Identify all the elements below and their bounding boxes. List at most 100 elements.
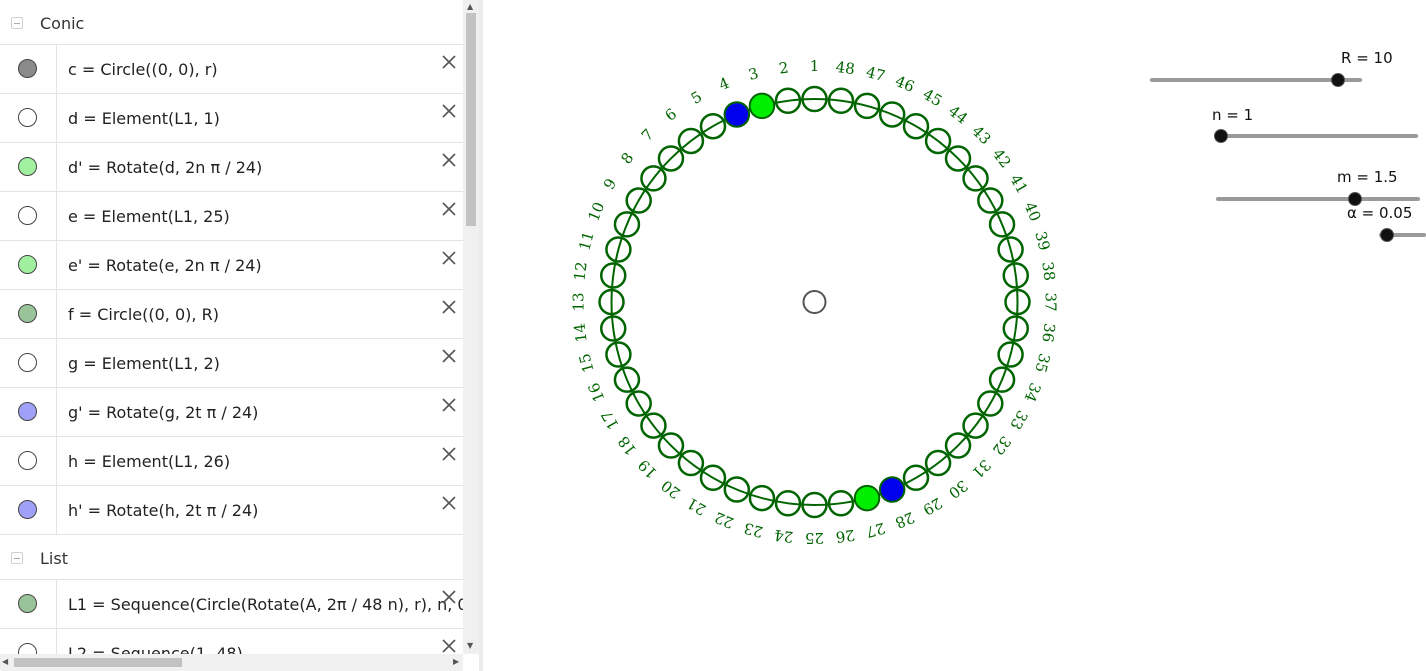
sequence-circle[interactable] [988,211,1016,238]
close-icon[interactable] [439,444,459,464]
algebra-row[interactable]: L1 = Sequence(Circle(Rotate(A, 2π / 48 n… [0,580,463,629]
sequence-circle[interactable] [640,412,667,439]
visibility-toggle[interactable] [18,157,37,176]
sequence-circle[interactable] [613,366,641,393]
sequence-circle[interactable] [699,112,727,140]
algebra-definition[interactable]: h = Element(L1, 26) [68,452,463,471]
algebra-row[interactable]: h' = Rotate(h, 2t π / 24) [0,486,463,535]
sequence-circle[interactable] [827,87,855,114]
close-icon[interactable] [439,101,459,121]
sequence-circle[interactable] [625,390,652,417]
algebra-row[interactable]: g' = Rotate(g, 2t π / 24) [0,388,463,437]
horizontal-scroll-thumb[interactable] [14,658,182,667]
close-icon[interactable] [439,52,459,72]
rotated-circle-g-prime[interactable] [724,101,750,128]
algebra-row[interactable]: d = Element(L1, 1) [0,94,463,143]
sequence-circle[interactable] [699,464,727,492]
visibility-toggle[interactable] [18,594,37,613]
sequence-circle[interactable] [853,92,881,120]
sequence-circle[interactable] [977,187,1004,214]
sequence-circle[interactable] [827,490,855,517]
algebra-definition[interactable]: e = Element(L1, 25) [68,207,463,226]
sequence-circle[interactable] [774,490,802,517]
sequence-circle[interactable] [924,127,952,155]
collapse-icon[interactable] [11,17,23,29]
sequence-circle[interactable] [997,236,1024,263]
sequence-circle[interactable] [1004,288,1031,316]
visibility-toggle[interactable] [18,206,37,225]
algebra-definition[interactable]: f = Circle((0, 0), R) [68,305,463,324]
sequence-circle[interactable] [977,390,1004,417]
sequence-circle[interactable] [723,476,751,503]
close-icon[interactable] [439,587,459,607]
slider-track[interactable] [1215,134,1418,138]
sequence-circle[interactable] [878,476,906,503]
collapse-icon[interactable] [11,552,23,564]
outer-circle-f[interactable] [610,98,1019,506]
visibility-toggle[interactable] [18,304,37,323]
close-icon[interactable] [439,248,459,268]
scroll-up-arrow-icon[interactable]: ▲ [467,2,473,11]
sequence-circle[interactable] [1002,262,1030,289]
slider-knob[interactable] [1214,129,1228,143]
close-icon[interactable] [439,199,459,219]
sequence-circle[interactable] [677,127,705,155]
algebra-definition[interactable]: g = Element(L1, 2) [68,354,463,373]
sequence-circle[interactable] [853,484,881,512]
group-header-0[interactable]: Conic [0,0,463,45]
algebra-row[interactable]: L2 = Sequence(1, 48) [0,629,463,654]
algebra-definition[interactable]: d = Element(L1, 1) [68,109,463,128]
visibility-toggle[interactable] [18,255,37,274]
algebra-row[interactable]: c = Circle((0, 0), r) [0,45,463,94]
sequence-circle[interactable] [748,484,776,512]
center-circle-c[interactable] [802,290,827,314]
sequence-circle[interactable] [962,412,989,439]
algebra-definition[interactable]: e' = Rotate(e, 2n π / 24) [68,256,463,275]
algebra-row[interactable]: h = Element(L1, 26) [0,437,463,486]
slider-track[interactable] [1216,197,1420,201]
algebra-definition[interactable]: h' = Rotate(h, 2t π / 24) [68,501,463,520]
visibility-toggle[interactable] [18,353,37,372]
sequence-circle[interactable] [944,432,972,459]
sequence-circle[interactable] [988,366,1016,393]
sequence-circle[interactable] [657,432,685,459]
close-icon[interactable] [439,636,459,654]
sequence-circle[interactable] [599,315,627,342]
algebra-row[interactable]: g = Element(L1, 2) [0,339,463,388]
sequence-circle[interactable] [801,491,828,519]
algebra-definition[interactable]: d' = Rotate(d, 2n π / 24) [68,158,463,177]
close-icon[interactable] [439,150,459,170]
slider-knob[interactable] [1380,228,1395,242]
sequence-circle[interactable] [640,165,667,192]
close-icon[interactable] [439,493,459,513]
sequence-circle[interactable] [723,101,751,128]
scroll-right-arrow-icon[interactable]: ▶ [453,657,459,666]
sequence-circle[interactable] [613,211,641,238]
algebra-row[interactable]: e = Element(L1, 25) [0,192,463,241]
sequence-circle[interactable] [774,87,802,114]
rotated-circle-h-prime[interactable] [879,476,905,503]
panel-divider[interactable] [479,0,483,671]
visibility-toggle[interactable] [18,108,37,127]
algebra-row[interactable]: e' = Rotate(e, 2n π / 24) [0,241,463,290]
vertical-scroll-thumb[interactable] [466,13,476,226]
group-header-1[interactable]: List [0,535,463,580]
scroll-down-arrow-icon[interactable]: ▼ [467,641,473,650]
sequence-circle[interactable] [902,112,930,140]
slider-knob[interactable] [1331,73,1346,87]
sequence-circle[interactable] [625,187,652,214]
sequence-circle[interactable] [1002,315,1030,342]
sequence-circle[interactable] [605,236,632,263]
visibility-toggle[interactable] [18,643,37,654]
slider-track[interactable] [1150,78,1362,82]
close-icon[interactable] [439,346,459,366]
sequence-circle[interactable] [944,145,972,172]
rotated-circle-d-prime[interactable] [749,93,775,119]
sequence-circle[interactable] [748,92,776,120]
close-icon[interactable] [439,395,459,415]
sequence-circle[interactable] [598,288,625,316]
algebra-row[interactable]: d' = Rotate(d, 2n π / 24) [0,143,463,192]
rotated-circle-e-prime[interactable] [854,485,880,511]
sequence-circle[interactable] [902,464,930,492]
sequence-circle[interactable] [997,341,1024,368]
